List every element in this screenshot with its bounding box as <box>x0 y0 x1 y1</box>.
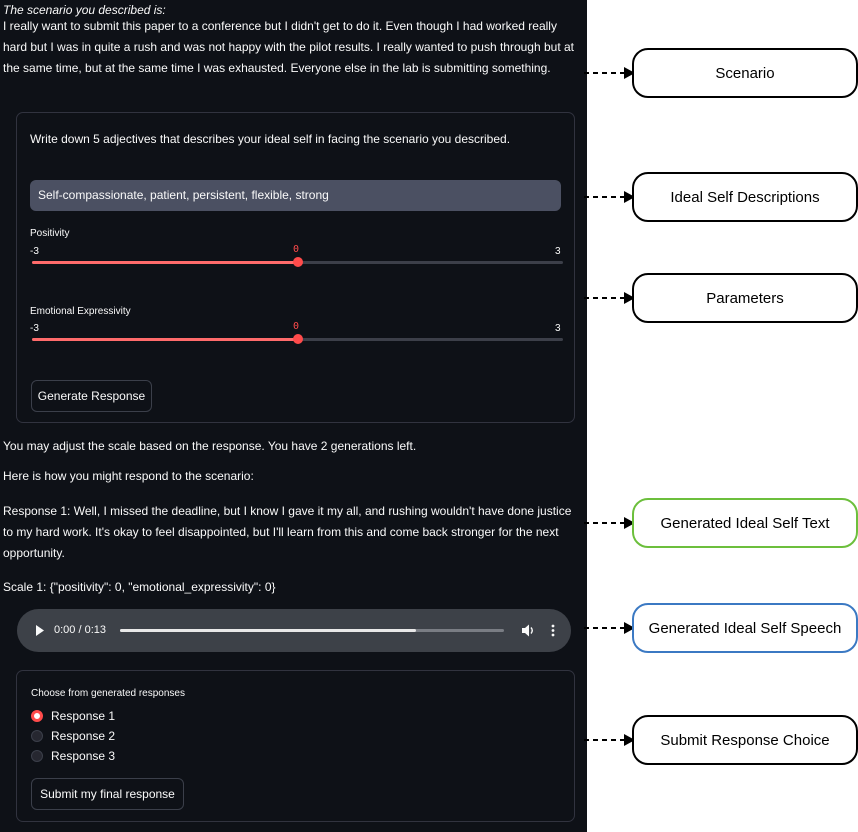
emotional-expressivity-slider-fill <box>32 338 298 341</box>
more-options-icon[interactable] <box>551 624 555 637</box>
positivity-slider-handle[interactable] <box>292 257 303 267</box>
generation-form: Write down 5 adjectives that describes y… <box>16 112 575 423</box>
scenario-text: I really want to submit this paper to a … <box>3 19 575 75</box>
audio-player: 0:00 / 0:13 <box>17 609 571 652</box>
callout-generated-ideal-self-speech: Generated Ideal Self Speech <box>632 603 858 653</box>
callout-ideal-self-descriptions: Ideal Self Descriptions <box>632 172 858 222</box>
response-1-radio[interactable] <box>31 710 43 722</box>
emotional-expressivity-max-label: 3 <box>555 323 561 334</box>
generated-speech-arrow <box>584 622 635 634</box>
ideal-self-descriptions-input[interactable]: Self-compassionate, patient, persistent,… <box>30 180 561 211</box>
positivity-min-label: -3 <box>30 246 39 257</box>
response-choice-form: Choose from generated responses Response… <box>16 670 575 822</box>
callout-parameters: Parameters <box>632 273 858 323</box>
audio-progress-fill <box>120 629 416 632</box>
response-text: Response 1: Well, I missed the deadline,… <box>3 504 572 560</box>
scenario-arrow <box>584 67 635 79</box>
submit-choice-arrow <box>584 734 635 746</box>
emotional-expressivity-slider-track[interactable] <box>32 334 563 344</box>
callout-submit-response-choice: Submit Response Choice <box>632 715 858 765</box>
positivity-slider-fill <box>32 261 298 264</box>
response-1-label[interactable]: Response 1 <box>51 706 115 727</box>
response-3-label[interactable]: Response 3 <box>51 746 115 767</box>
submit-final-response-button[interactable]: Submit my final response <box>31 778 184 810</box>
descriptions-arrow <box>584 191 635 203</box>
response-intro: Here is how you might respond to the sce… <box>3 469 254 483</box>
emotional-expressivity-slider-handle[interactable] <box>292 334 303 344</box>
generated-text-arrow <box>584 517 635 529</box>
parameters-arrow <box>584 292 635 304</box>
response-2-radio[interactable] <box>31 730 43 742</box>
emotional-expressivity-min-label: -3 <box>30 323 39 334</box>
positivity-slider-track[interactable] <box>32 257 563 267</box>
adjust-note: You may adjust the scale based on the re… <box>3 439 417 453</box>
choice-label: Choose from generated responses <box>31 688 185 699</box>
scale-text: Scale 1: {"positivity": 0, "emotional_ex… <box>3 580 276 594</box>
emotional-expressivity-label: Emotional Expressivity <box>30 306 131 317</box>
callout-scenario: Scenario <box>632 48 858 98</box>
generate-response-button[interactable]: Generate Response <box>31 380 152 412</box>
volume-icon[interactable] <box>522 624 536 637</box>
positivity-max-label: 3 <box>555 246 561 257</box>
audio-progress-track[interactable] <box>120 629 504 632</box>
callout-generated-ideal-self-text: Generated Ideal Self Text <box>632 498 858 548</box>
app-main-panel: The scenario you described is: I really … <box>0 0 587 832</box>
audio-time: 0:00 / 0:13 <box>54 624 106 636</box>
adjectives-prompt: Write down 5 adjectives that describes y… <box>30 132 511 146</box>
play-icon[interactable] <box>35 625 45 636</box>
response-3-radio[interactable] <box>31 750 43 762</box>
response-2-label[interactable]: Response 2 <box>51 726 115 747</box>
